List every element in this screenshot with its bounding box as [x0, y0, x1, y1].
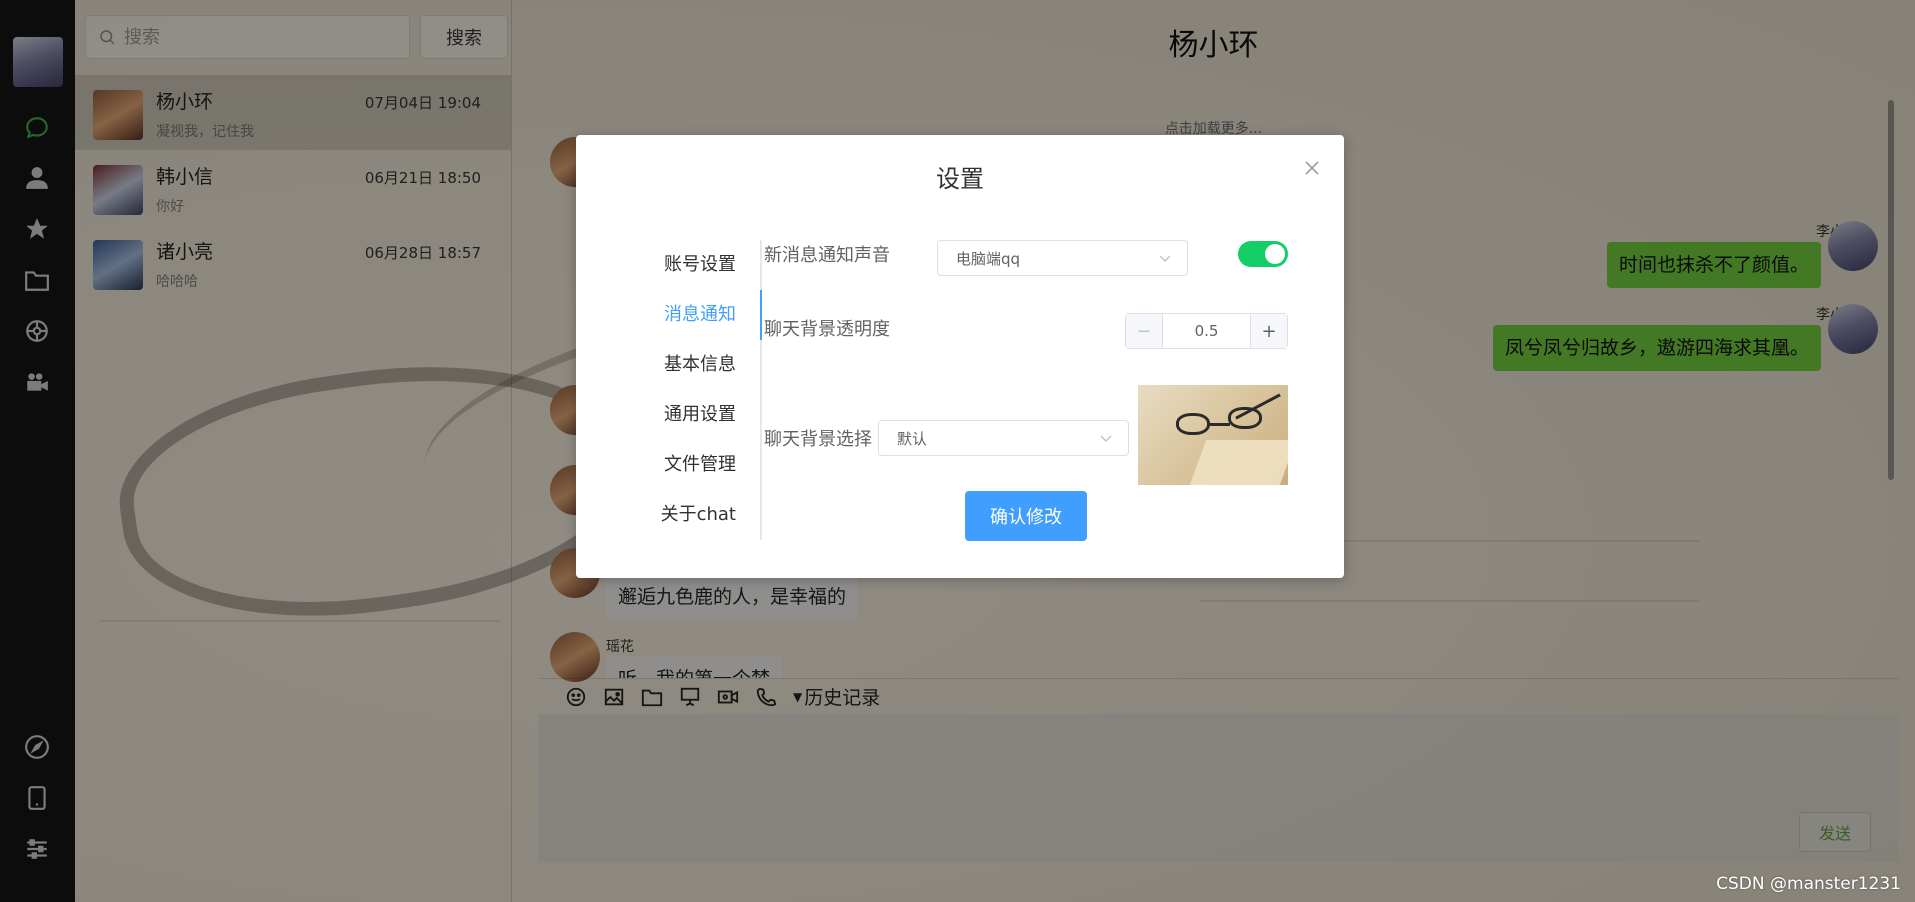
tab-about[interactable]: 关于chat — [661, 490, 736, 540]
watermark: CSDN @manster1231 — [1716, 874, 1901, 894]
tab-account-settings[interactable]: 账号设置 — [664, 240, 736, 290]
active-tab-indicator — [760, 290, 762, 340]
increase-button[interactable]: + — [1250, 314, 1287, 348]
opacity-input[interactable] — [1163, 314, 1250, 348]
sound-select[interactable]: 电脑端qq — [937, 240, 1188, 276]
sound-select-value: 电脑端qq — [956, 249, 1021, 268]
tab-general-settings[interactable]: 通用设置 — [664, 390, 736, 440]
sound-toggle[interactable] — [1238, 241, 1288, 267]
opacity-stepper: − + — [1125, 313, 1288, 349]
settings-tabs: 账号设置 消息通知 基本信息 通用设置 文件管理 关于chat — [616, 240, 762, 540]
chevron-down-icon — [1100, 435, 1112, 443]
chevron-down-icon — [1159, 255, 1171, 263]
tab-notifications[interactable]: 消息通知 — [664, 290, 736, 340]
settings-modal: 设置 账号设置 消息通知 基本信息 通用设置 文件管理 关于chat 新消息通知… — [576, 135, 1344, 578]
opacity-label: 聊天背景透明度 — [764, 319, 890, 340]
background-label: 聊天背景选择 — [764, 429, 872, 450]
background-select[interactable]: 默认 — [878, 420, 1129, 456]
background-preview-image — [1138, 385, 1288, 485]
confirm-button[interactable]: 确认修改 — [965, 491, 1087, 541]
sound-label: 新消息通知声音 — [764, 245, 890, 266]
tab-file-management[interactable]: 文件管理 — [664, 440, 736, 490]
decrease-button[interactable]: − — [1126, 314, 1163, 348]
tab-basic-info[interactable]: 基本信息 — [664, 340, 736, 390]
background-select-value: 默认 — [897, 429, 928, 448]
close-icon[interactable] — [1301, 157, 1323, 179]
modal-title: 设置 — [936, 165, 984, 193]
